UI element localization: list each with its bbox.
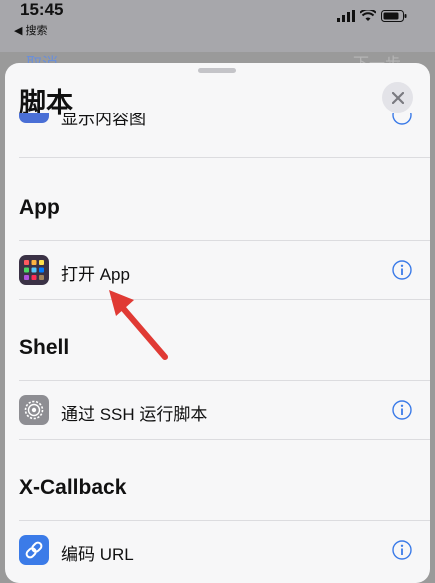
info-icon[interactable] <box>392 113 412 125</box>
list-item-open-app[interactable]: 打开 App <box>5 241 430 299</box>
back-to-search[interactable]: ◀ 搜索 <box>14 22 48 38</box>
list-item-label: 打开 App <box>61 265 130 284</box>
annotation-arrow <box>109 290 168 360</box>
gear-icon <box>19 395 49 425</box>
link-icon <box>19 535 49 565</box>
close-icon <box>391 91 404 104</box>
list-item-label: 编码 URL <box>61 545 134 564</box>
section-header-shell: Shell <box>19 336 70 359</box>
info-icon[interactable] <box>392 400 412 420</box>
app-grid-icon <box>19 255 49 285</box>
scripting-sheet: 脚本 显示内容图 App 打开 App Shell 通过 SSH 运行脚本 X-… <box>5 63 430 583</box>
display-content-icon <box>19 113 49 123</box>
list-item-label: 显示内容图 <box>61 113 146 128</box>
divider <box>19 157 430 158</box>
status-icons <box>337 10 407 22</box>
list-item-label: 通过 SSH 运行脚本 <box>61 405 208 424</box>
info-icon[interactable] <box>392 260 412 280</box>
status-time: 15:45 <box>20 0 64 19</box>
section-header-x-callback: X-Callback <box>19 476 127 499</box>
info-icon[interactable] <box>392 540 412 560</box>
signal-icon <box>337 10 355 22</box>
wifi-icon <box>360 10 376 21</box>
status-bar: 15:45 ◀ 搜索 取消 下一步 <box>0 0 435 73</box>
list-item-encode-url[interactable]: 编码 URL <box>5 521 430 579</box>
divider <box>19 439 430 440</box>
list-item-run-ssh-script[interactable]: 通过 SSH 运行脚本 <box>5 381 430 439</box>
divider <box>19 299 430 300</box>
close-button[interactable] <box>382 82 413 113</box>
battery-icon <box>381 10 407 22</box>
sheet-grabber[interactable] <box>198 68 236 73</box>
list-item-partial[interactable]: 显示内容图 <box>5 113 430 157</box>
section-header-app: App <box>19 196 60 219</box>
